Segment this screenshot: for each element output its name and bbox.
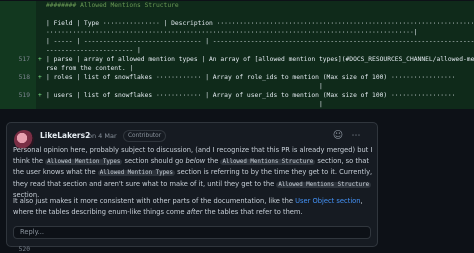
diff-line: ######## Allowed Mentions Structure (0, 1, 474, 10)
diff-line: | (0, 82, 474, 91)
review-comment: LikeLakers2 on 4 Mar Contributor ☺ ⋯ Per… (6, 122, 378, 247)
diff-line: ········································… (0, 28, 474, 37)
diff-code: | Field | Type ··············· | Descrip… (46, 20, 474, 27)
diff-code: | users | list of snowflakes ···········… (46, 92, 456, 99)
kebab-icon[interactable]: ⋯ (350, 130, 362, 142)
diff-code: ----------------------- | (46, 47, 141, 54)
diff-code: | parse | array of allowed mention types… (46, 56, 474, 63)
line-number[interactable] (0, 46, 36, 55)
diff-code: | (46, 83, 323, 90)
line-number[interactable] (0, 82, 36, 91)
diff-code: | (46, 101, 323, 108)
comment-author[interactable]: LikeLakers2 (40, 131, 90, 140)
diff-add-marker: + (38, 74, 42, 81)
inline-code: Allowed Mention Types (97, 170, 176, 176)
line-number[interactable] (0, 100, 36, 109)
diff-view: ######## Allowed Mentions Structure | Fie… (0, 0, 474, 112)
diff-code: ········································… (46, 29, 418, 36)
diff-add-marker: + (38, 92, 42, 99)
diff-code: | ----- | ------------------------------… (46, 38, 474, 45)
diff-line: | (0, 100, 474, 109)
diff-line: | ----- | ------------------------------… (0, 37, 474, 46)
comment-date[interactable]: on 4 Mar (88, 132, 117, 140)
inline-code: Allowed Mention Types (45, 158, 123, 165)
diff-line: rse from the content. | (0, 64, 474, 73)
diff-line: 517 + | parse | array of allowed mention t… (0, 55, 474, 64)
diff-add-marker: + (38, 56, 42, 63)
comment-text: the tables that refer to them. (202, 207, 303, 216)
comment-text: It also just makes it more consistent wi… (13, 197, 296, 205)
smiley-icon[interactable]: ☺ (332, 130, 344, 142)
emphasis-text: below (185, 156, 206, 165)
user-object-link[interactable]: User Object section (295, 197, 360, 205)
diff-line: ----------------------- | (0, 46, 474, 55)
comment-text: the (205, 156, 221, 165)
diff-line: 518 + | roles | list of snowflakes ·······… (0, 73, 474, 82)
line-number[interactable] (0, 10, 36, 19)
line-number[interactable] (0, 64, 36, 73)
line-number[interactable] (0, 19, 36, 28)
diff-line: | Field | Type ··············· | Descrip… (0, 19, 474, 28)
diff-code: rse from the content. | (46, 65, 134, 72)
reply-input[interactable]: Reply... (13, 226, 371, 239)
emphasis-text: after (186, 207, 203, 216)
diff-line: 519 + | users | list of snowflakes ·······… (0, 91, 474, 100)
diff-code: ######## Allowed Mentions Structure (46, 2, 179, 9)
line-number: 520 (18, 246, 30, 253)
line-number[interactable]: 518 (0, 73, 36, 82)
line-number[interactable] (0, 37, 36, 46)
line-number[interactable]: 519 (0, 91, 36, 100)
comment-paragraph-1: Personal opinion here, probably subject … (13, 145, 375, 201)
line-number[interactable] (0, 1, 36, 10)
contributor-badge: Contributor (123, 130, 167, 142)
line-number[interactable]: 517 (0, 55, 36, 64)
comment-paragraph-2: It also just makes it more consistent wi… (13, 196, 375, 217)
diff-code: | roles | list of snowflakes ···········… (46, 74, 456, 81)
diff-line (0, 10, 474, 19)
comment-text: section should go (122, 156, 186, 165)
reply-placeholder: Reply... (20, 228, 44, 236)
inline-code: Allowed Mentions Structure (276, 181, 372, 188)
line-number[interactable] (0, 28, 36, 37)
inline-code: Allowed Mentions Structure (220, 158, 316, 165)
